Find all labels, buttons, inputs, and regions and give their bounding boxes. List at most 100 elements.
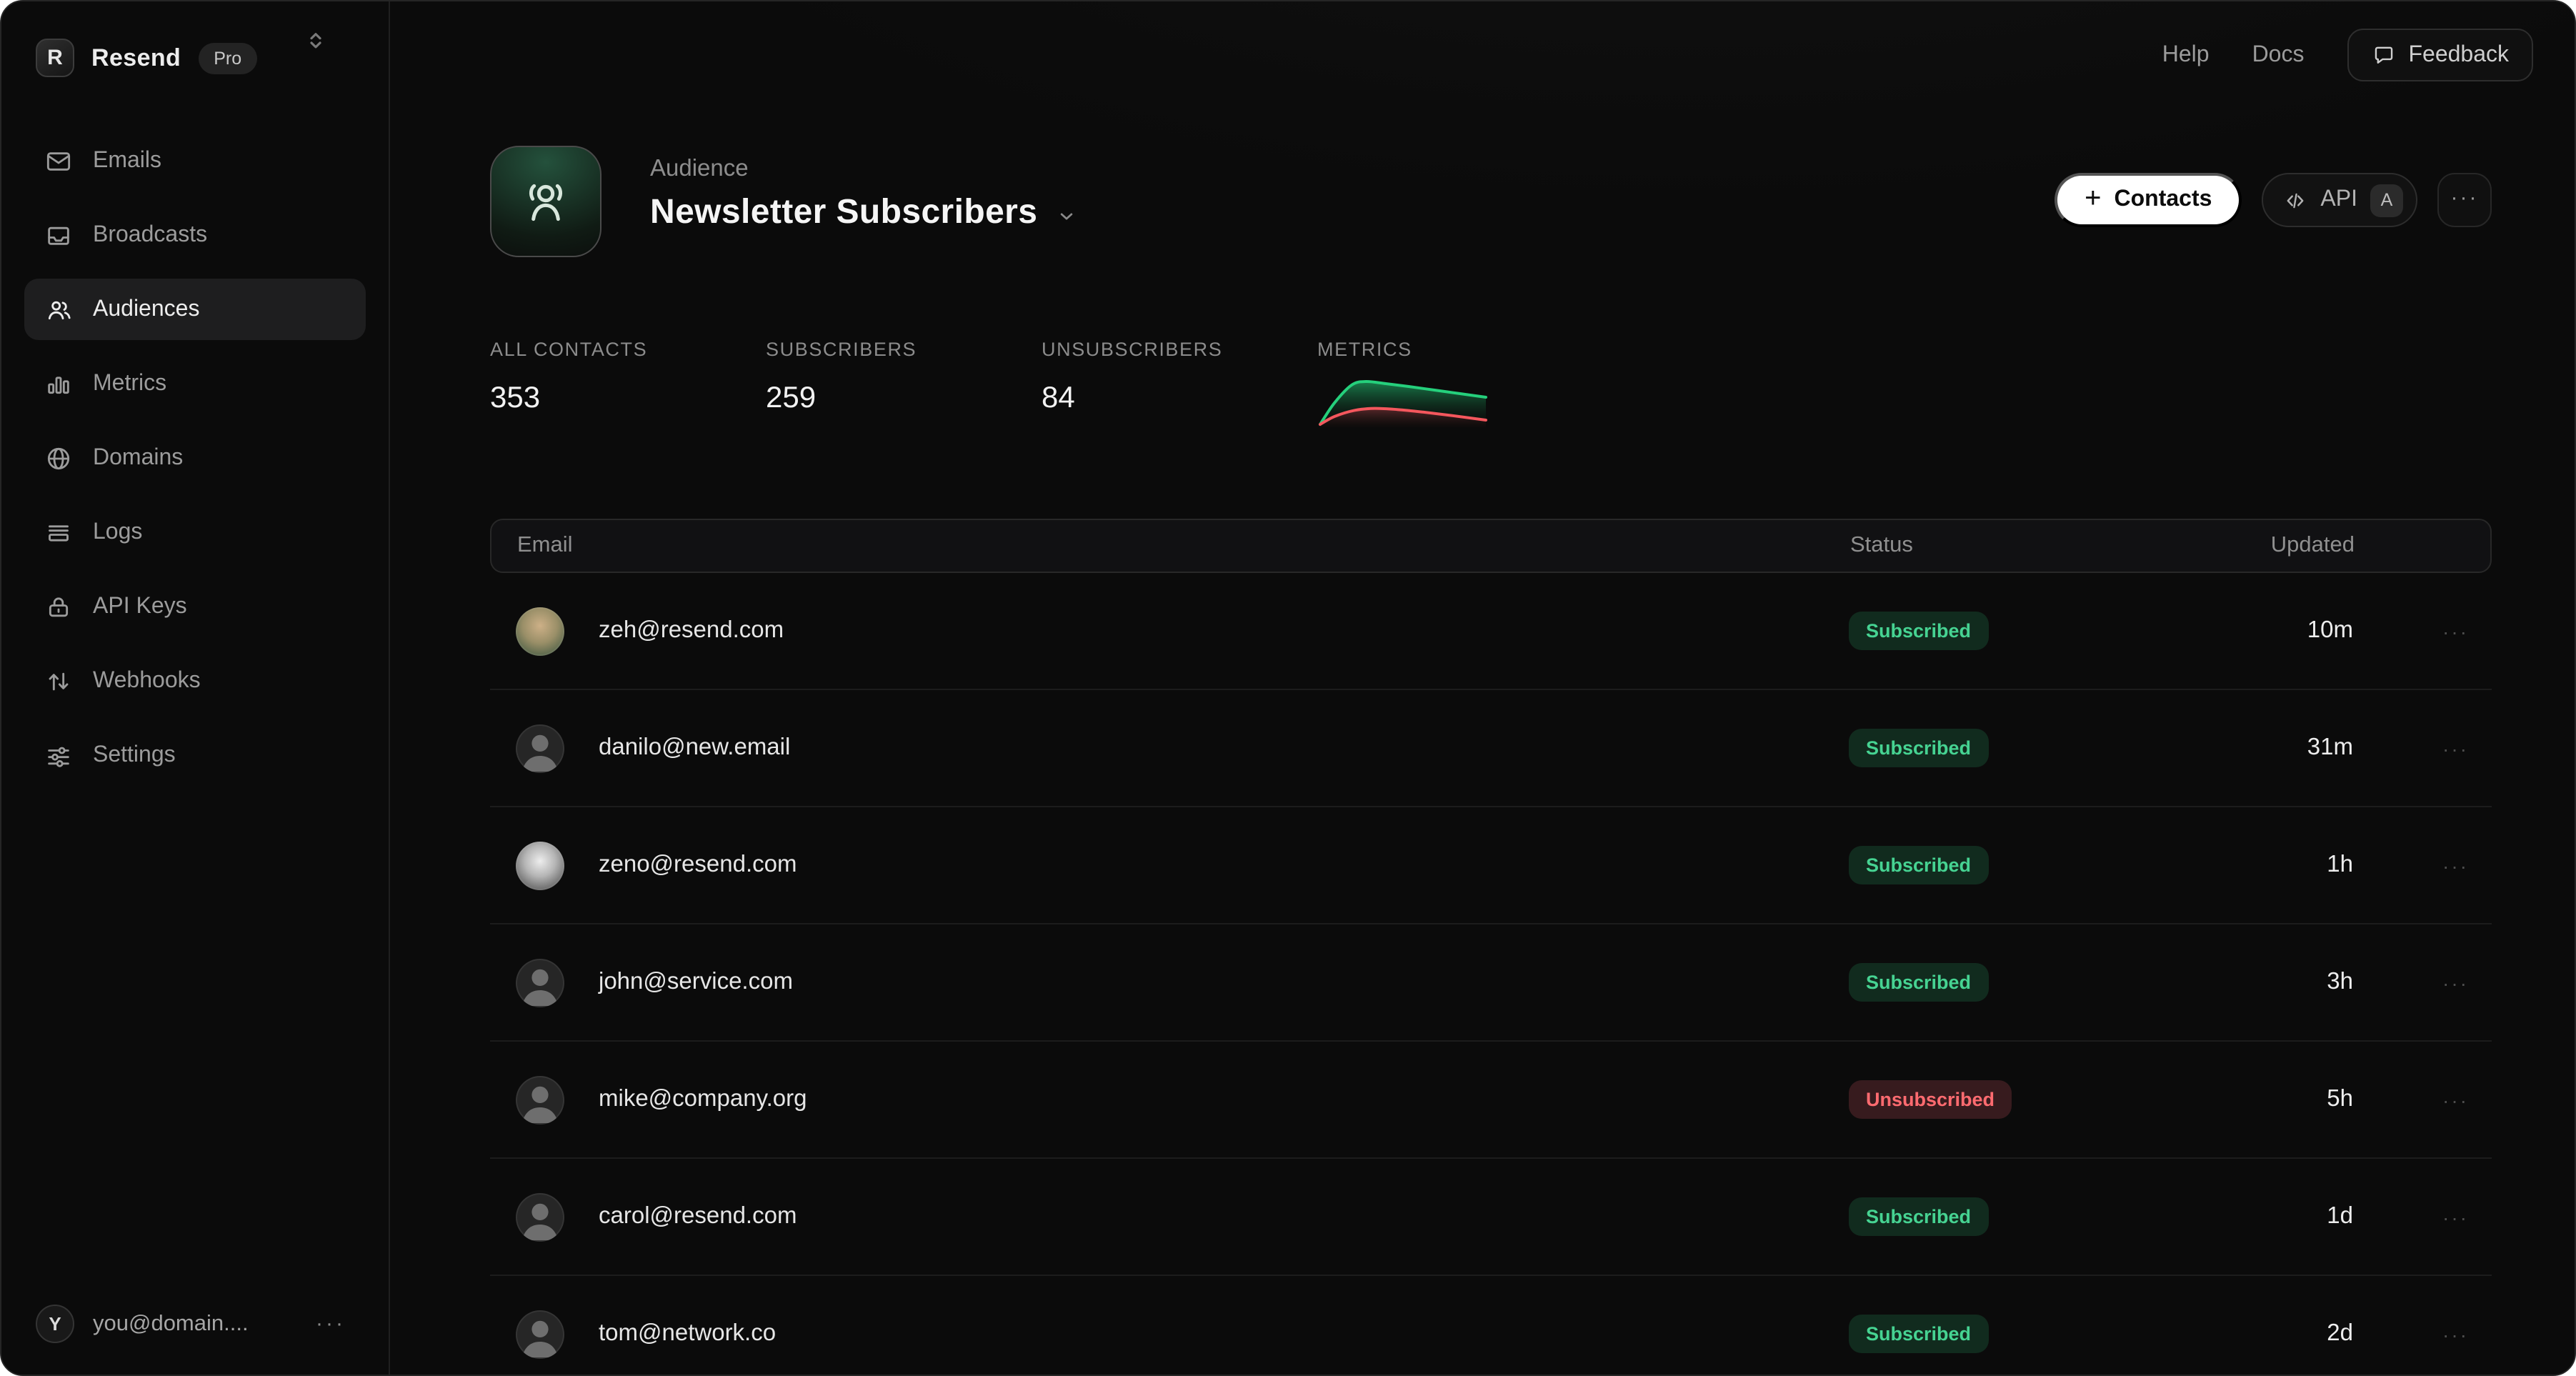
status-badge: Subscribed (1849, 612, 1988, 650)
stat-value: 259 (766, 382, 1042, 416)
stat-label: METRICS (1317, 339, 1593, 360)
sidebar-item-audiences[interactable]: Audiences (24, 279, 366, 340)
updated-value: 1h (2135, 852, 2353, 879)
plus-icon: + (2085, 184, 2101, 213)
users-icon (44, 295, 73, 324)
updated-value: 1d (2135, 1203, 2353, 1230)
contacts-table: Email Status Updated zeh@resend.com Subs… (490, 519, 2492, 1376)
updated-value: 10m (2135, 617, 2353, 644)
main-content: Help Docs Feedback Audience Newsletter S… (390, 1, 2575, 1375)
contact-email: tom@network.co (599, 1320, 776, 1347)
stat-label: ALL CONTACTS (490, 339, 766, 360)
sidebar-item-emails[interactable]: Emails (24, 130, 366, 191)
help-link[interactable]: Help (2162, 42, 2210, 68)
status-badge: Subscribed (1849, 729, 1988, 767)
audience-header-text: Audience Newsletter Subscribers (650, 146, 1077, 233)
table-row[interactable]: danilo@new.email Subscribed 31m ··· (490, 690, 2492, 807)
updated-value: 5h (2135, 1086, 2353, 1113)
column-header-status: Status (1850, 533, 2136, 559)
chart-icon (44, 369, 73, 398)
row-menu-button[interactable]: ··· (2442, 737, 2469, 759)
app-window: R Resend Pro Emails Broadcasts Audiences… (0, 0, 2576, 1376)
stat-all-contacts: ALL CONTACTS 353 (490, 339, 766, 427)
user-menu-button[interactable]: ··· (316, 1312, 346, 1336)
docs-link[interactable]: Docs (2252, 42, 2305, 68)
avatar-placeholder-icon (516, 1075, 564, 1124)
status-badge: Unsubscribed (1849, 1080, 2012, 1119)
contact-email: john@service.com (599, 969, 793, 996)
sidebar-item-metrics[interactable]: Metrics (24, 353, 366, 414)
contact-email: zeh@resend.com (599, 617, 784, 644)
workspace-brand: R Resend Pro (1, 1, 389, 77)
globe-icon (44, 444, 73, 472)
avatar-placeholder-icon (516, 1192, 564, 1241)
sidebar-item-broadcasts[interactable]: Broadcasts (24, 204, 366, 266)
code-icon (2283, 188, 2307, 212)
table-row[interactable]: zeh@resend.com Subscribed 10m ··· (490, 573, 2492, 690)
stat-metrics: METRICS (1317, 339, 1593, 427)
contact-email: zeno@resend.com (599, 852, 797, 879)
sidebar-item-settings[interactable]: Settings (24, 724, 366, 786)
user-avatar: Y (36, 1305, 74, 1343)
row-menu-button[interactable]: ··· (2442, 1205, 2469, 1228)
avatar (516, 607, 564, 655)
avatar (516, 841, 564, 889)
stat-label: UNSUBSCRIBERS (1042, 339, 1317, 360)
logs-icon (44, 518, 73, 547)
stage: R Resend Pro Emails Broadcasts Audiences… (0, 0, 2576, 1376)
updated-value: 2d (2135, 1320, 2353, 1347)
stat-subscribers: SUBSCRIBERS 259 (766, 339, 1042, 427)
table-row[interactable]: zeno@resend.com Subscribed 1h ··· (490, 807, 2492, 924)
inbox-icon (44, 221, 73, 249)
audience-avatar-icon (490, 146, 601, 257)
table-header: Email Status Updated (490, 519, 2492, 573)
column-header-email: Email (491, 533, 1850, 559)
workspace-switcher-icon[interactable] (304, 29, 327, 57)
feedback-bubble-icon (2371, 43, 2395, 67)
contact-email: carol@resend.com (599, 1203, 797, 1230)
feedback-button[interactable]: Feedback (2347, 29, 2533, 81)
arrows-icon (44, 667, 73, 695)
lock-icon (44, 592, 73, 621)
chevron-down-icon[interactable] (1056, 205, 1077, 226)
mail-icon (44, 146, 73, 175)
row-menu-button[interactable]: ··· (2442, 854, 2469, 877)
status-badge: Subscribed (1849, 1197, 1988, 1236)
sidebar: R Resend Pro Emails Broadcasts Audiences… (1, 1, 390, 1375)
avatar-placeholder-icon (516, 724, 564, 772)
updated-value: 3h (2135, 969, 2353, 996)
add-contacts-button[interactable]: + Contacts (2055, 173, 2242, 227)
row-menu-button[interactable]: ··· (2442, 1088, 2469, 1111)
sidebar-item-domains[interactable]: Domains (24, 427, 366, 489)
status-badge: Subscribed (1849, 846, 1988, 884)
updated-value: 31m (2135, 734, 2353, 762)
user-row: Y you@domain.... ··· (36, 1305, 354, 1343)
table-row[interactable]: john@service.com Subscribed 3h ··· (490, 924, 2492, 1042)
table-row[interactable]: carol@resend.com Subscribed 1d ··· (490, 1159, 2492, 1276)
sidebar-item-api-keys[interactable]: API Keys (24, 576, 366, 637)
metrics-sparkline (1317, 373, 1489, 427)
row-menu-button[interactable]: ··· (2442, 1322, 2469, 1345)
avatar-placeholder-icon (516, 1310, 564, 1358)
contact-email: mike@company.org (599, 1086, 807, 1113)
sidebar-item-logs[interactable]: Logs (24, 502, 366, 563)
table-body: zeh@resend.com Subscribed 10m ··· danilo… (490, 573, 2492, 1376)
stats-row: ALL CONTACTS 353 SUBSCRIBERS 259 UNSUBSC… (390, 257, 2575, 427)
table-row[interactable]: tom@network.co Subscribed 2d ··· (490, 1276, 2492, 1376)
sidebar-nav: Emails Broadcasts Audiences Metrics Doma… (1, 130, 389, 786)
more-options-button[interactable]: ··· (2437, 173, 2492, 227)
user-email: you@domain.... (93, 1311, 249, 1337)
audience-eyebrow: Audience (650, 156, 1077, 183)
api-button[interactable]: API A (2262, 173, 2417, 227)
top-nav: Help Docs Feedback (2162, 29, 2533, 81)
table-row[interactable]: mike@company.org Unsubscribed 5h ··· (490, 1042, 2492, 1159)
row-menu-button[interactable]: ··· (2442, 619, 2469, 642)
contact-email: danilo@new.email (599, 734, 790, 762)
api-shortcut-badge: A (2370, 184, 2403, 216)
row-menu-button[interactable]: ··· (2442, 971, 2469, 994)
header-buttons: + Contacts API A ··· (2055, 146, 2492, 227)
avatar-placeholder-icon (516, 958, 564, 1007)
sliders-icon (44, 741, 73, 769)
stat-label: SUBSCRIBERS (766, 339, 1042, 360)
sidebar-item-webhooks[interactable]: Webhooks (24, 650, 366, 712)
